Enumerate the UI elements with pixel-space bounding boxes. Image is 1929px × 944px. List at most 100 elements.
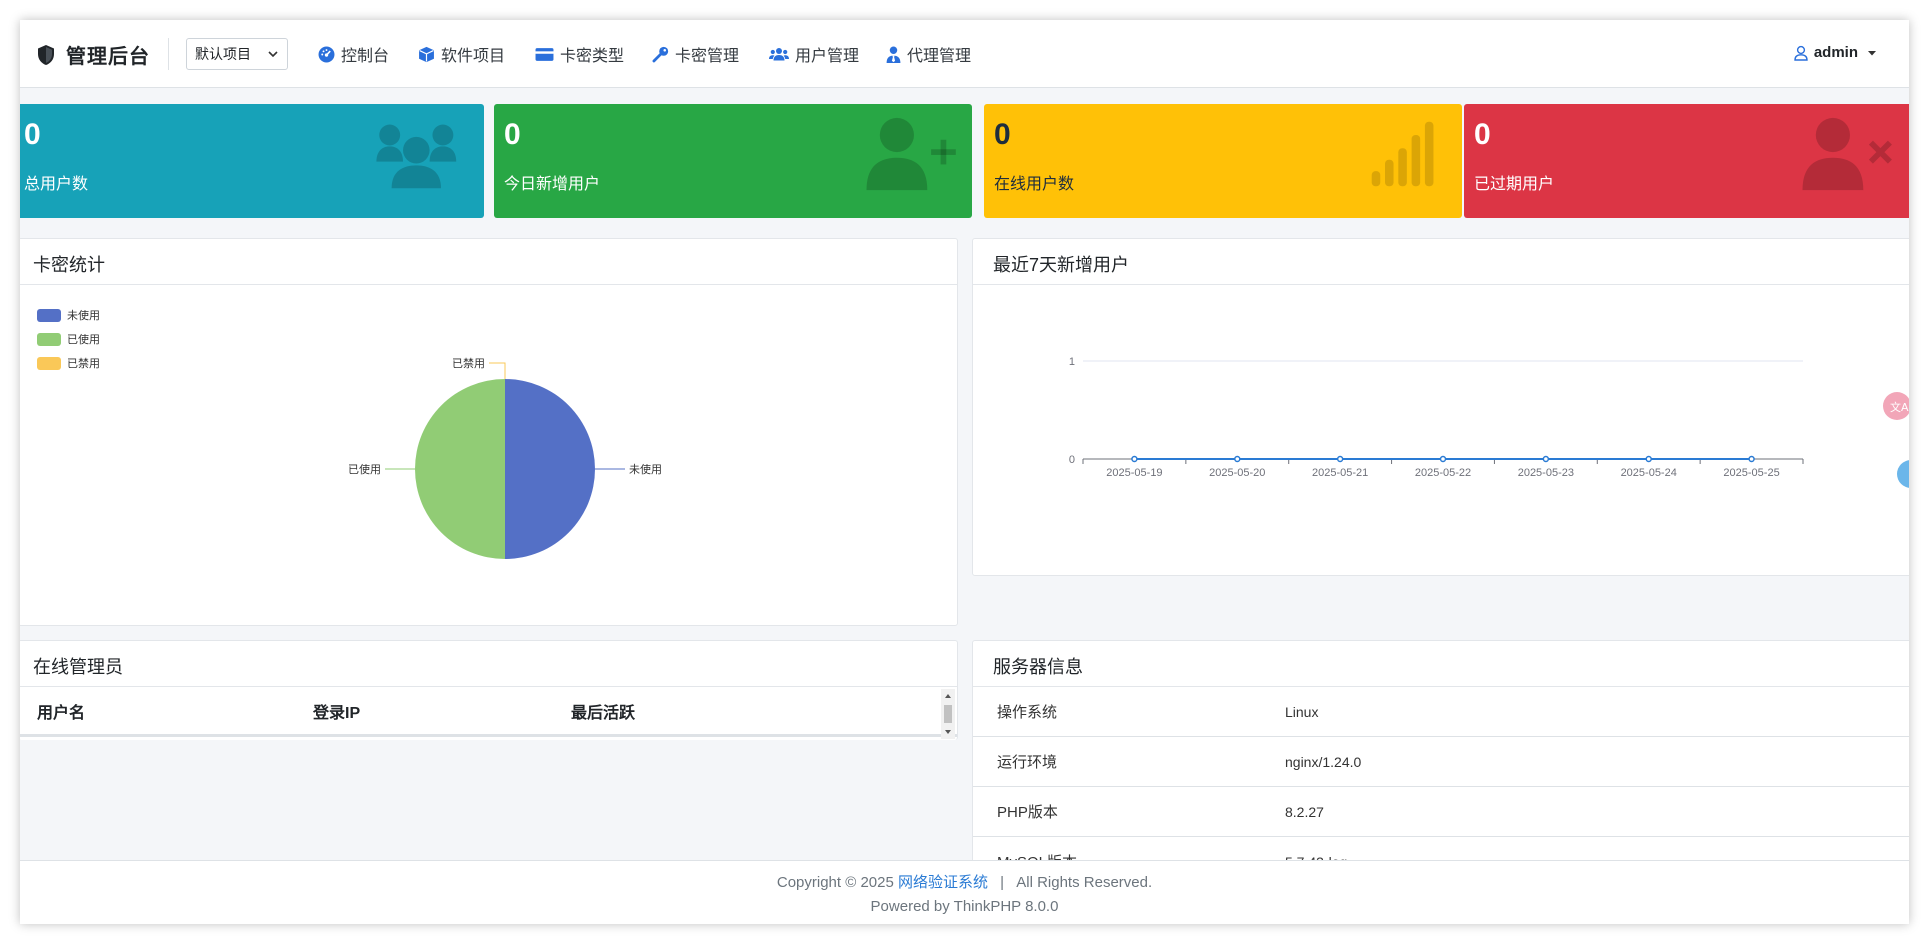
nav-divider bbox=[168, 38, 169, 70]
x-tick-label: 2025-05-22 bbox=[1415, 467, 1471, 479]
x-tick-label: 2025-05-20 bbox=[1209, 467, 1265, 479]
admins-table-scrollbar[interactable] bbox=[941, 689, 955, 739]
x-tick-label: 2025-05-24 bbox=[1621, 467, 1677, 479]
shield-icon bbox=[38, 44, 54, 65]
stat-card-expired-users: 0 已过期用户 bbox=[1464, 104, 1909, 218]
server-info-key: 运行环境 bbox=[997, 754, 1058, 771]
panel-title: 最近7天新增用户 bbox=[973, 239, 1909, 285]
y-tick-label: 1 bbox=[1069, 356, 1075, 368]
data-point[interactable] bbox=[1439, 455, 1447, 463]
user-tie-icon bbox=[886, 46, 901, 63]
data-point[interactable] bbox=[1336, 455, 1344, 463]
data-point[interactable] bbox=[1542, 455, 1550, 463]
nav-software-projects-label: 软件项目 bbox=[441, 48, 506, 65]
credit-card-icon bbox=[535, 47, 554, 61]
users-icon bbox=[376, 124, 457, 189]
server-info-value: nginx/1.24.0 bbox=[1285, 753, 1362, 770]
pie-slice[interactable] bbox=[505, 379, 595, 559]
data-point[interactable] bbox=[1645, 455, 1652, 463]
svg-text:文A: 文A bbox=[1890, 400, 1909, 414]
footer: Copyright © 2025 网络验证系统 | All Rights Res… bbox=[20, 860, 1909, 924]
stat-label: 今日新增用户 bbox=[504, 176, 601, 193]
nav-card-types[interactable]: 卡密类型 bbox=[535, 42, 624, 66]
column-header[interactable]: 最后活跃 bbox=[571, 699, 635, 723]
nav-card-types-label: 卡密类型 bbox=[560, 48, 625, 65]
data-point[interactable] bbox=[1748, 455, 1755, 463]
server-info-key: 操作系统 bbox=[997, 704, 1058, 721]
rights-text: All Rights Reserved. bbox=[1016, 874, 1153, 891]
users-icon bbox=[769, 47, 789, 60]
column-header[interactable]: 登录IP bbox=[313, 699, 571, 723]
nav-dashboard[interactable]: 控制台 bbox=[318, 42, 389, 66]
scroll-thumb[interactable] bbox=[944, 705, 952, 723]
project-select[interactable]: 默认项目 bbox=[186, 38, 288, 70]
line-chart: 0 1 2025-05-19 2025-05-20 2025-05-21 2025-05-… bbox=[1069, 356, 1804, 479]
translate-icon: 文A bbox=[1890, 400, 1909, 414]
app-window: 管理后台 默认项目 控制台 软件项目 卡密类型 卡密管理 用户管理 代理管理 a… bbox=[20, 20, 1909, 924]
stat-value: 0 bbox=[504, 118, 521, 151]
server-info-panel: 服务器信息 操作系统 Linux 运行环境 nginx/1.24.0 PHP版本 8.2.… bbox=[972, 640, 1909, 887]
online-admins-panel: 在线管理员 用户名 登录IP 最后活跃 bbox=[20, 640, 958, 740]
server-info-row: 操作系统 Linux bbox=[973, 687, 1909, 737]
nav-card-management[interactable]: 卡密管理 bbox=[652, 42, 739, 66]
panel-title: 卡密统计 bbox=[20, 239, 957, 285]
x-tick-label: 2025-05-23 bbox=[1518, 467, 1574, 479]
nav-user-management[interactable]: 用户管理 bbox=[769, 42, 859, 66]
user-icon bbox=[1794, 45, 1808, 61]
brand-title: 管理后台 bbox=[66, 46, 150, 68]
stat-label: 在线用户数 bbox=[994, 176, 1075, 193]
nav-card-management-label: 卡密管理 bbox=[675, 48, 740, 65]
stat-value: 0 bbox=[994, 118, 1011, 151]
system-link[interactable]: 网络验证系统 bbox=[898, 874, 988, 891]
pie-slice[interactable] bbox=[415, 379, 505, 559]
stat-value: 0 bbox=[1474, 118, 1491, 151]
project-select-value: 默认项目 bbox=[195, 46, 251, 62]
server-info-value: 8.2.27 bbox=[1285, 803, 1324, 820]
nav-agent-management-label: 代理管理 bbox=[907, 48, 972, 65]
footer-copyright-line: Copyright © 2025 网络验证系统 | All Rights Res… bbox=[20, 871, 1909, 892]
pie-slice-label: 已使用 bbox=[348, 463, 381, 476]
nav-dashboard-label: 控制台 bbox=[341, 48, 390, 65]
stat-card-online-users: 0 在线用户数 bbox=[984, 104, 1462, 218]
x-tick-label: 2025-05-19 bbox=[1106, 467, 1162, 479]
stat-value: 0 bbox=[24, 118, 41, 151]
server-info-value: Linux bbox=[1285, 703, 1319, 720]
copyright-text: Copyright © 2025 bbox=[776, 874, 894, 891]
pie-leader-line bbox=[489, 362, 506, 379]
server-info-table: 操作系统Linux运行环境nginx/1.24.0PHP版本8.2.27MySQ… bbox=[973, 687, 1909, 887]
admins-table-header: 用户名 登录IP 最后活跃 bbox=[20, 687, 957, 737]
server-info-key: PHP版本 bbox=[997, 804, 1058, 821]
powered-by-text: Powered by ThinkPHP 8.0.0 bbox=[870, 898, 1059, 915]
user-name: admin bbox=[1813, 44, 1858, 61]
nav-agent-management[interactable]: 代理管理 bbox=[886, 42, 971, 66]
scroll-down-icon[interactable] bbox=[943, 727, 953, 737]
pie-slice-label: 已禁用 bbox=[452, 357, 485, 370]
pie-chart: 未使用 已使用 已禁用 bbox=[348, 357, 662, 559]
stat-card-total-users: 0 总用户数 bbox=[20, 104, 484, 218]
stat-card-new-users-today: 0 今日新增用户 bbox=[494, 104, 972, 218]
scroll-up-icon[interactable] bbox=[943, 691, 953, 701]
key-icon bbox=[652, 46, 669, 62]
user-menu[interactable]: admin bbox=[1793, 44, 1877, 61]
stat-label: 总用户数 bbox=[24, 176, 89, 193]
server-info-row: PHP版本 8.2.27 bbox=[973, 787, 1909, 837]
panel-title: 服务器信息 bbox=[973, 641, 1909, 687]
chevron-down-icon bbox=[268, 51, 278, 58]
cube-icon bbox=[419, 46, 434, 62]
translate-button[interactable]: 文A bbox=[1883, 392, 1909, 420]
user-times-icon bbox=[1802, 117, 1892, 191]
data-point[interactable] bbox=[1234, 455, 1241, 463]
signal-icon bbox=[1371, 121, 1434, 187]
panel-title: 在线管理员 bbox=[20, 641, 957, 687]
pie-slice-label: 未使用 bbox=[629, 463, 662, 476]
caret-down-icon bbox=[1868, 50, 1876, 55]
user-plus-icon bbox=[866, 117, 956, 191]
column-header[interactable]: 用户名 bbox=[20, 699, 313, 723]
x-tick-label: 2025-05-25 bbox=[1723, 467, 1779, 479]
users-7days-panel: 最近7天新增用户 0 1 2025-05-19 2025-05-20 2025-05-2… bbox=[972, 238, 1909, 576]
nav-software-projects[interactable]: 软件项目 bbox=[418, 42, 505, 66]
data-point[interactable] bbox=[1131, 455, 1138, 463]
brand[interactable]: 管理后台 bbox=[36, 40, 150, 69]
card-stats-panel: 卡密统计 未使用 已使用 已禁用 未使用 已使用 已禁用 bbox=[20, 238, 958, 626]
dashboard-icon bbox=[318, 46, 335, 62]
